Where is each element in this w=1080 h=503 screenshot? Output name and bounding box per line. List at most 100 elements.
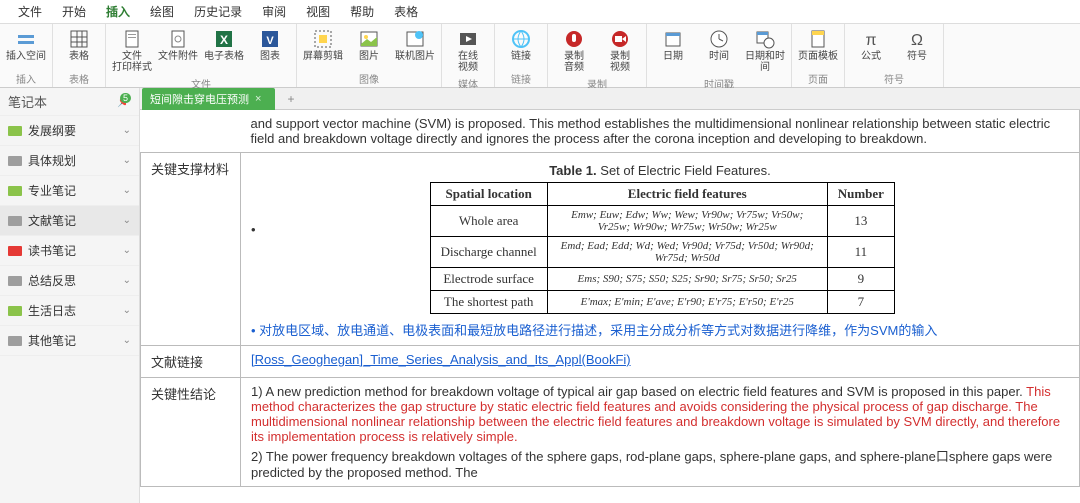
picture-icon — [358, 28, 380, 50]
equation-button[interactable]: π公式 — [849, 26, 893, 64]
symbol-button[interactable]: Ω符号 — [895, 26, 939, 64]
menu-帮助[interactable]: 帮助 — [340, 0, 384, 23]
support-cell[interactable]: Table 1. Set of Electric Field Features.… — [241, 153, 1080, 346]
ribbon-label: 链接 — [511, 51, 531, 62]
ribbon-label: 插入空间 — [6, 51, 46, 62]
menu-开始[interactable]: 开始 — [52, 0, 96, 23]
spreadsheet-button[interactable]: X电子表格 — [202, 26, 246, 64]
file-print-button[interactable]: 文件打印样式 — [110, 26, 154, 75]
notebook-icon — [8, 186, 22, 196]
ribbon-group-label: 图像 — [301, 70, 437, 87]
table-cell: Electrode surface — [430, 268, 547, 291]
datetime-button[interactable]: 日期和时间 — [743, 26, 787, 75]
record-video-button[interactable]: 录制视频 — [598, 26, 642, 75]
ribbon-group-label: 页面 — [796, 70, 840, 87]
insert-space-icon — [15, 28, 37, 50]
sidebar-item-具体规划[interactable]: 具体规划⌄ — [0, 146, 139, 176]
row-label[interactable]: 关键性结论 — [141, 378, 241, 487]
ribbon-group-label: 表格 — [57, 70, 101, 87]
link-button[interactable]: 链接 — [499, 26, 543, 64]
ribbon-label: 页面模板 — [798, 51, 838, 62]
table-caption: Table 1. Set of Electric Field Features. — [251, 163, 1069, 178]
notebook-icon — [8, 246, 22, 256]
record-video-icon — [609, 28, 631, 50]
menu-文件[interactable]: 文件 — [8, 0, 52, 23]
row-label[interactable]: 文献链接 — [141, 346, 241, 378]
sidebar-item-label: 发展纲要 — [28, 122, 76, 139]
tabbar: 短间隙击穿电压预测 × + — [140, 88, 1080, 110]
diagram-button[interactable]: V图表 — [248, 26, 292, 64]
chevron-down-icon[interactable]: ⌄ — [123, 245, 131, 256]
link-icon — [510, 28, 532, 50]
file-link[interactable]: [Ross_Geoghegan]_Time_Series_Analysis_an… — [251, 352, 631, 367]
document-table: and support vector machine (SVM) is prop… — [140, 110, 1080, 487]
conclusion-cell[interactable]: 1) A new prediction method for breakdown… — [241, 378, 1080, 487]
row-label[interactable]: 关键支撑材料 — [141, 153, 241, 346]
ribbon-label: 图表 — [260, 51, 280, 62]
menu-审阅[interactable]: 审阅 — [252, 0, 296, 23]
time-button[interactable]: 时间 — [697, 26, 741, 64]
ribbon-label: 图片 — [359, 51, 379, 62]
chevron-down-icon[interactable]: ⌄ — [123, 215, 131, 226]
ribbon-label: 文件附件 — [158, 51, 198, 62]
menu-历史记录[interactable]: 历史记录 — [184, 0, 252, 23]
page-template-button[interactable]: 页面模板 — [796, 26, 840, 64]
sidebar-item-label: 文献笔记 — [28, 212, 76, 229]
link-cell[interactable]: [Ross_Geoghegan]_Time_Series_Analysis_an… — [241, 346, 1080, 378]
pin-icon[interactable]: 📌 — [117, 95, 131, 108]
chevron-down-icon[interactable]: ⌄ — [123, 275, 131, 286]
record-audio-button[interactable]: 录制音频 — [552, 26, 596, 75]
screenshot-button[interactable]: 屏幕剪辑 — [301, 26, 345, 64]
sidebar-item-文献笔记[interactable]: 文献笔记 ⌄ — [0, 206, 139, 236]
time-icon — [708, 28, 730, 50]
intro-cell[interactable]: and support vector machine (SVM) is prop… — [141, 110, 1080, 153]
file-attach-button[interactable]: 文件附件 — [156, 26, 200, 64]
menu-绘图[interactable]: 绘图 — [140, 0, 184, 23]
menu-插入[interactable]: 插入 — [96, 0, 140, 23]
insert-space-button[interactable]: 插入空间 — [4, 26, 48, 64]
notebook-icon — [8, 126, 22, 136]
ribbon-label: 时间 — [709, 51, 729, 62]
page-template-icon — [807, 28, 829, 50]
ribbon-group-label: 链接 — [499, 70, 543, 87]
chevron-down-icon[interactable]: ⌄ — [123, 185, 131, 196]
date-button[interactable]: 日期 — [651, 26, 695, 64]
datetime-icon — [754, 28, 776, 50]
menu-视图[interactable]: 视图 — [296, 0, 340, 23]
conclusion-text: 1) A new prediction method for breakdown… — [251, 384, 1026, 399]
document-tab[interactable]: 短间隙击穿电压预测 × — [142, 88, 275, 110]
chevron-down-icon[interactable]: ⌄ — [123, 335, 131, 346]
sidebar-item-发展纲要[interactable]: 发展纲要 ⌄ — [0, 116, 139, 146]
chevron-down-icon[interactable]: ⌄ — [123, 155, 131, 166]
sidebar-item-生活日志[interactable]: 生活日志⌄ — [0, 296, 139, 326]
menu-表格[interactable]: 表格 — [384, 0, 428, 23]
ribbon-label: 日期 — [663, 51, 683, 62]
picture-button[interactable]: 图片 — [347, 26, 391, 64]
table-cell: Emw; Euw; Edw; Ww; Wew; Vr90w; Vr75w; Vr… — [547, 206, 827, 237]
table-button[interactable]: 表格 — [57, 26, 101, 64]
add-tab-button[interactable]: + — [281, 92, 300, 106]
online-picture-button[interactable]: 联机图片 — [393, 26, 437, 64]
screenshot-icon — [312, 28, 334, 50]
table-cell: Discharge channel — [430, 237, 547, 268]
sidebar-item-专业笔记[interactable]: 专业笔记 ⌄ — [0, 176, 139, 206]
equation-icon: π — [860, 28, 882, 50]
chevron-down-icon[interactable]: ⌄ — [123, 305, 131, 316]
chevron-down-icon[interactable]: ⌄ — [123, 125, 131, 136]
sidebar-item-label: 专业笔记 — [28, 182, 76, 199]
table-cell: 13 — [827, 206, 894, 237]
ribbon-label: 符号 — [907, 51, 927, 62]
sidebar-item-读书笔记[interactable]: 读书笔记⌄ — [0, 236, 139, 266]
sidebar-item-总结反思[interactable]: 总结反思⌄ — [0, 266, 139, 296]
online-video-button[interactable]: 在线视频 — [446, 26, 490, 75]
ribbon-label: 电子表格 — [204, 51, 244, 62]
table-cell: Emd; Ead; Edd; Wd; Wed; Vr90d; Vr75d; Vr… — [547, 237, 827, 268]
notebook-icon — [8, 306, 22, 316]
ribbon-label: 公式 — [861, 51, 881, 62]
th-spatial: Spatial location — [430, 183, 547, 206]
sidebar-item-其他笔记[interactable]: 其他笔记 ⌄ — [0, 326, 139, 356]
ribbon-label: 日期和时间 — [745, 51, 785, 73]
ribbon-label: 在线视频 — [458, 51, 478, 73]
close-icon[interactable]: × — [255, 93, 261, 105]
sidebar-item-label: 其他笔记 — [28, 332, 76, 349]
